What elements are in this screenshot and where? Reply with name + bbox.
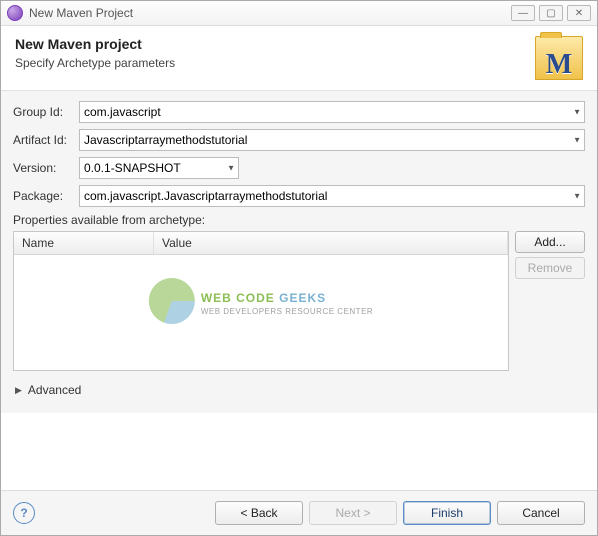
form-area: Group Id: ▼ Artifact Id: ▼ Version: ▼ Pa… — [1, 91, 597, 413]
remove-button: Remove — [515, 257, 585, 279]
artifact-id-combo[interactable]: ▼ — [79, 129, 585, 151]
wizard-footer: ? < Back Next > Finish Cancel — [1, 490, 597, 535]
page-subtitle: Specify Archetype parameters — [15, 56, 535, 70]
table-header: Name Value — [14, 232, 508, 255]
group-id-combo[interactable]: ▼ — [79, 101, 585, 123]
column-name[interactable]: Name — [14, 232, 154, 254]
package-label: Package: — [13, 189, 79, 203]
version-label: Version: — [13, 161, 79, 175]
watermark: WEB CODE GEEKS WEB DEVELOPERS RESOURCE C… — [149, 278, 373, 324]
maximize-button[interactable]: ▢ — [539, 5, 563, 21]
finish-button[interactable]: Finish — [403, 501, 491, 525]
properties-label: Properties available from archetype: — [13, 213, 585, 227]
artifact-id-label: Artifact Id: — [13, 133, 79, 147]
wizard-header: New Maven project Specify Archetype para… — [1, 26, 597, 91]
package-combo[interactable]: ▼ — [79, 185, 585, 207]
maven-icon-letter: M — [546, 51, 572, 79]
cancel-button[interactable]: Cancel — [497, 501, 585, 525]
window-controls: — ▢ ✕ — [511, 5, 591, 21]
column-value[interactable]: Value — [154, 232, 508, 254]
close-button[interactable]: ✕ — [567, 5, 591, 21]
watermark-logo-icon — [149, 278, 195, 324]
properties-table[interactable]: Name Value WEB CODE GEEKS WEB DEVELOPERS… — [13, 231, 509, 371]
group-id-input[interactable] — [79, 101, 585, 123]
add-button[interactable]: Add... — [515, 231, 585, 253]
maven-icon: M — [535, 36, 583, 80]
version-combo[interactable]: ▼ — [79, 157, 239, 179]
package-input[interactable] — [79, 185, 585, 207]
group-id-label: Group Id: — [13, 105, 79, 119]
help-button[interactable]: ? — [13, 502, 35, 524]
back-button[interactable]: < Back — [215, 501, 303, 525]
page-title: New Maven project — [15, 36, 535, 52]
next-button: Next > — [309, 501, 397, 525]
advanced-label: Advanced — [28, 383, 81, 397]
watermark-title: WEB CODE GEEKS — [201, 286, 326, 307]
app-icon — [7, 5, 23, 21]
minimize-button[interactable]: — — [511, 5, 535, 21]
watermark-subtitle: WEB DEVELOPERS RESOURCE CENTER — [201, 307, 373, 316]
titlebar: New Maven Project — ▢ ✕ — [1, 1, 597, 26]
artifact-id-input[interactable] — [79, 129, 585, 151]
version-input[interactable] — [79, 157, 239, 179]
advanced-toggle[interactable]: ▶ Advanced — [13, 371, 585, 407]
window-title: New Maven Project — [29, 6, 511, 20]
expand-icon: ▶ — [15, 385, 22, 396]
